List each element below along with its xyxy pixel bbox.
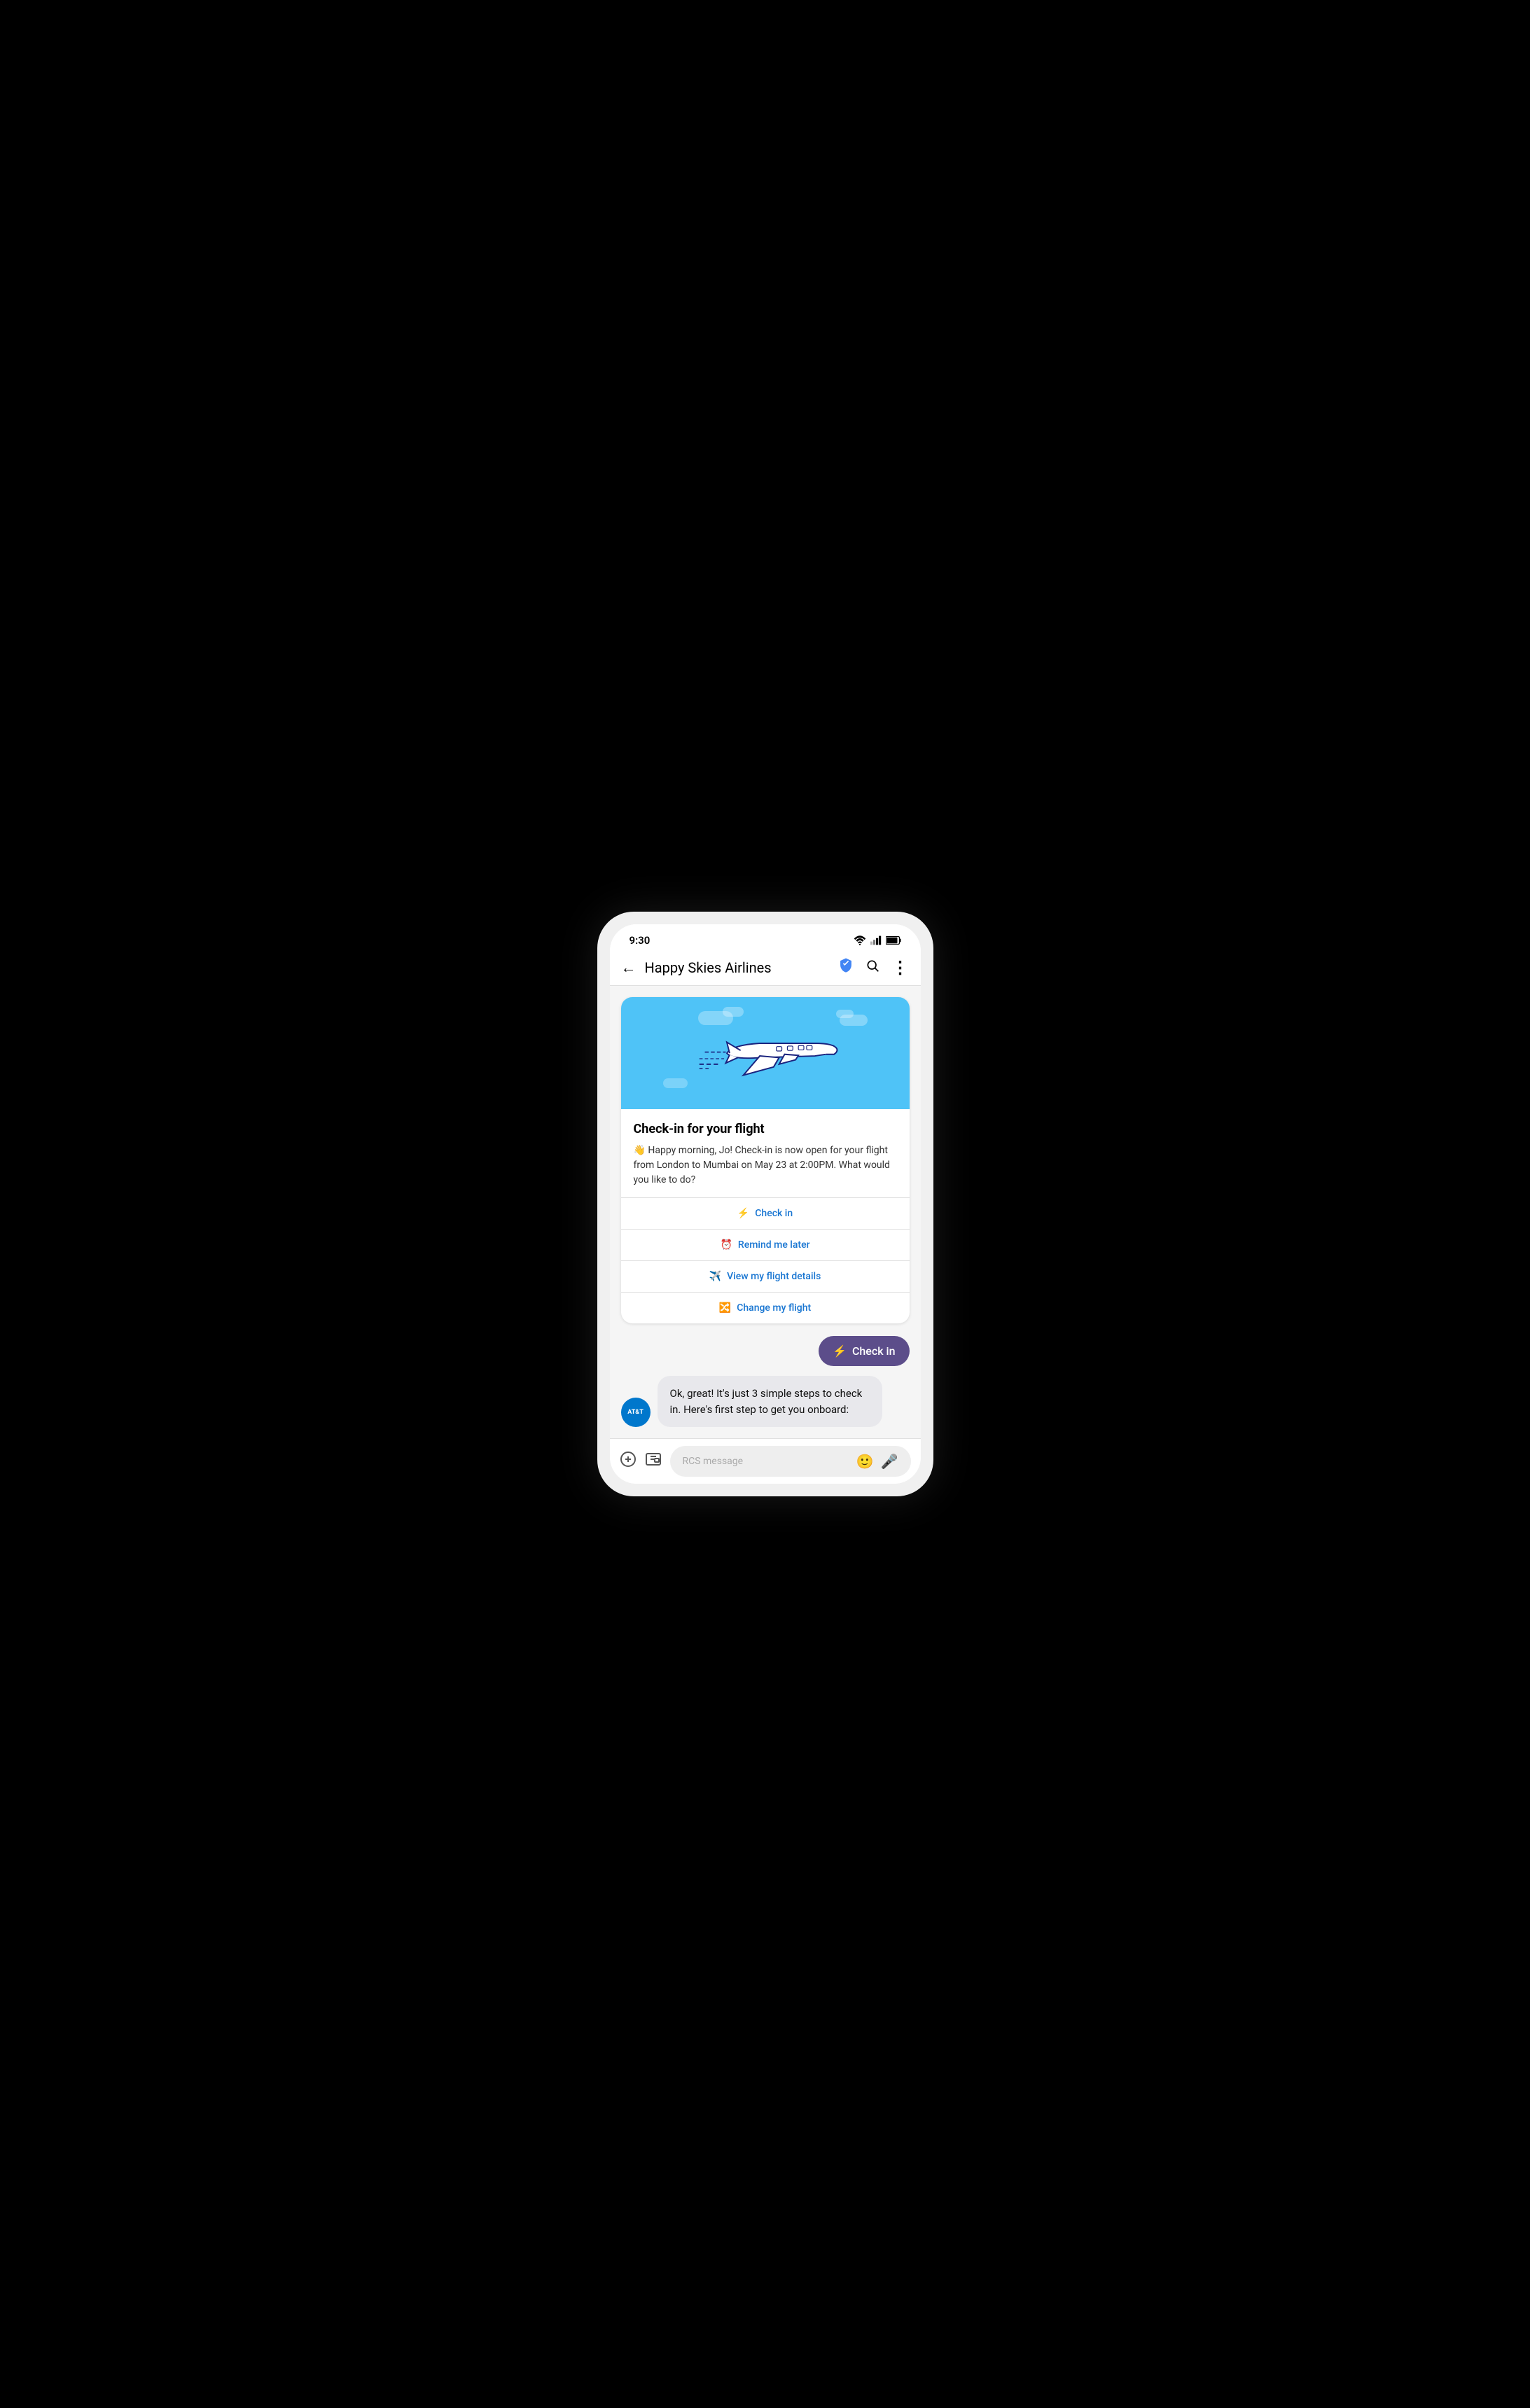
remind-action-btn[interactable]: ⏰ Remind me later bbox=[621, 1230, 910, 1261]
input-bar: RCS message 🙂 🎤 bbox=[610, 1438, 921, 1484]
more-icon[interactable]: ⋮ bbox=[892, 959, 910, 976]
nav-icons: ⋮ bbox=[839, 958, 910, 977]
emoji-icon[interactable]: 🙂 bbox=[856, 1453, 874, 1470]
search-icon[interactable] bbox=[865, 959, 879, 976]
remind-action-icon: ⏰ bbox=[720, 1239, 732, 1251]
phone-frame: 9:30 bbox=[597, 912, 933, 1496]
avatar: AT&T bbox=[621, 1398, 651, 1427]
media-icon[interactable] bbox=[645, 1451, 662, 1472]
wifi-icon bbox=[854, 935, 866, 945]
input-emojis: 🙂 🎤 bbox=[856, 1453, 898, 1470]
change-flight-label: Change my flight bbox=[737, 1302, 811, 1314]
change-flight-icon: 🔀 bbox=[719, 1302, 731, 1314]
rich-card: Check-in for your flight 👋 Happy morning… bbox=[621, 997, 910, 1323]
flight-details-label: View my flight details bbox=[727, 1271, 821, 1282]
message-placeholder: RCS message bbox=[683, 1456, 744, 1467]
phone-screen: 9:30 bbox=[610, 924, 921, 1484]
status-bar: 9:30 bbox=[610, 924, 921, 952]
checkin-action-btn[interactable]: ⚡ Check in bbox=[621, 1198, 910, 1230]
remind-action-label: Remind me later bbox=[738, 1239, 810, 1251]
status-icons bbox=[854, 935, 901, 945]
received-message-text: Ok, great! It's just 3 simple steps to c… bbox=[670, 1387, 863, 1416]
battery-icon bbox=[886, 936, 901, 945]
card-actions: ⚡ Check in ⏰ Remind me later ✈️ View my … bbox=[621, 1197, 910, 1323]
card-hero bbox=[621, 997, 910, 1109]
signal-icon bbox=[870, 935, 882, 945]
mic-icon[interactable]: 🎤 bbox=[881, 1453, 898, 1470]
flight-details-action-btn[interactable]: ✈️ View my flight details bbox=[621, 1261, 910, 1293]
nav-title: Happy Skies Airlines bbox=[645, 959, 830, 976]
back-button[interactable]: ← bbox=[621, 959, 637, 977]
add-icon[interactable] bbox=[620, 1451, 637, 1472]
card-text: 👋 Happy morning, Jo! Check-in is now ope… bbox=[634, 1143, 897, 1188]
sent-message-text: Check in bbox=[852, 1344, 896, 1358]
top-nav: ← Happy Skies Airlines bbox=[610, 952, 921, 986]
status-time: 9:30 bbox=[630, 934, 651, 947]
card-title: Check-in for your flight bbox=[634, 1122, 897, 1136]
airplane-illustration bbox=[688, 1020, 842, 1086]
chat-area: Check-in for your flight 👋 Happy morning… bbox=[610, 986, 921, 1438]
flight-details-icon: ✈️ bbox=[709, 1271, 721, 1282]
checkin-action-icon: ⚡ bbox=[737, 1208, 749, 1219]
sent-message-icon: ⚡ bbox=[833, 1344, 847, 1358]
received-message-row: AT&T Ok, great! It's just 3 simple steps… bbox=[621, 1376, 910, 1427]
change-flight-action-btn[interactable]: 🔀 Change my flight bbox=[621, 1293, 910, 1323]
shield-icon[interactable] bbox=[839, 958, 853, 977]
message-input-field[interactable]: RCS message 🙂 🎤 bbox=[670, 1446, 911, 1477]
received-message: Ok, great! It's just 3 simple steps to c… bbox=[658, 1376, 882, 1427]
sent-message: ⚡ Check in bbox=[819, 1336, 909, 1366]
card-body: Check-in for your flight 👋 Happy morning… bbox=[621, 1109, 910, 1188]
checkin-action-label: Check in bbox=[755, 1208, 793, 1219]
